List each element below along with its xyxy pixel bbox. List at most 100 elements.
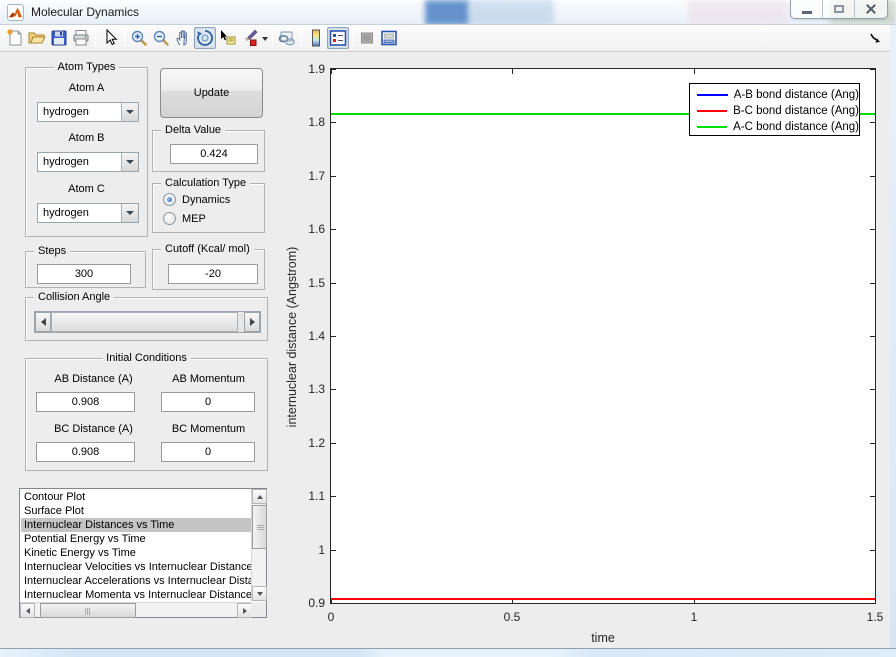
link-plot-button[interactable]: [276, 27, 298, 49]
atom-a-label: Atom A: [68, 82, 105, 94]
list-item[interactable]: Potential Energy vs Time: [21, 532, 251, 546]
atom-types-panel: Atom Types Atom A hydrogen Atom B hydrog…: [25, 61, 148, 237]
minimize-button[interactable]: [791, 0, 823, 18]
save-icon: [51, 30, 67, 46]
brush-icon: [245, 29, 258, 46]
tick-mark: [875, 598, 876, 603]
panel-title: Cutoff (Kcal/ mol): [161, 243, 254, 255]
list-item[interactable]: Contour Plot: [21, 490, 251, 504]
chevron-down-icon[interactable]: [121, 103, 138, 121]
pointer-button[interactable]: [99, 27, 121, 49]
scroll-left-button[interactable]: [20, 603, 35, 618]
tick-mark: [870, 122, 875, 123]
collision-angle-slider[interactable]: [34, 311, 261, 333]
atom-c-dropdown[interactable]: hydrogen: [37, 203, 139, 223]
window-controls: [790, 0, 888, 19]
hide-plot-tools-button[interactable]: [356, 27, 378, 49]
list-item[interactable]: Internuclear Accelerations vs Internucle…: [21, 574, 251, 588]
tick-mark: [870, 550, 875, 551]
tick-mark: [870, 283, 875, 284]
tick-mark: [331, 336, 336, 337]
zoom-in-button[interactable]: [128, 27, 150, 49]
tick-mark: [331, 550, 336, 551]
slider-thumb[interactable]: [51, 312, 238, 332]
matlab-logo-glyph: [8, 7, 23, 18]
data-cursor-button[interactable]: [216, 27, 238, 49]
scroll-up-button[interactable]: [252, 489, 267, 504]
list-item[interactable]: Surface Plot: [21, 504, 251, 518]
window-border-right: [890, 25, 896, 648]
dock-arrow-icon: [870, 33, 880, 43]
tick-mark: [870, 496, 875, 497]
slider-left-arrow[interactable]: [35, 312, 51, 332]
titlebar[interactable]: Molecular Dynamics: [0, 0, 896, 25]
insert-legend-button[interactable]: [327, 27, 349, 49]
pan-button[interactable]: [172, 27, 194, 49]
tick-mark: [870, 336, 875, 337]
dock-figure-button[interactable]: [869, 32, 882, 50]
atom-b-dropdown[interactable]: hydrogen: [37, 152, 139, 172]
glass-blob: [469, 0, 554, 24]
zoom-out-button[interactable]: [150, 27, 172, 49]
delta-value-panel: Delta Value: [152, 124, 265, 172]
list-item[interactable]: Internuclear Momenta vs Internuclear Dis…: [21, 588, 251, 601]
chevron-down-icon[interactable]: [121, 153, 138, 171]
scrollbar-corner: [251, 602, 266, 617]
chevron-down-icon[interactable]: [121, 204, 138, 222]
close-button[interactable]: [855, 0, 887, 18]
list-item[interactable]: Internuclear Velocities vs Internuclear …: [21, 560, 251, 574]
atom-a-dropdown[interactable]: hydrogen: [37, 102, 139, 122]
print-button[interactable]: [70, 27, 92, 49]
panel-title: Steps: [34, 245, 71, 257]
maximize-icon: [834, 5, 844, 13]
list-item[interactable]: Internuclear Distances vs Time: [21, 518, 251, 532]
slider-right-arrow[interactable]: [244, 312, 260, 332]
x-tick-label: 0.5: [503, 610, 521, 624]
ab-distance-field[interactable]: [36, 392, 135, 412]
show-plot-tools-icon: [381, 30, 397, 46]
tick-mark: [331, 443, 336, 444]
bc-momentum-field[interactable]: [161, 442, 255, 462]
desktop-background-strip: [0, 648, 896, 657]
maximize-button[interactable]: [823, 0, 855, 18]
plot-type-listbox[interactable]: Contour Plot Surface Plot Internuclear Dis…: [19, 488, 267, 618]
cutoff-field[interactable]: [168, 264, 258, 284]
tick-mark: [870, 389, 875, 390]
atom-b-value: hydrogen: [43, 156, 89, 168]
steps-field[interactable]: [37, 264, 131, 284]
rotate-3d-button[interactable]: [194, 27, 216, 49]
y-tick-label: 1.2: [308, 436, 325, 450]
radio-mep[interactable]: MEP: [163, 212, 206, 225]
update-button[interactable]: Update: [160, 68, 263, 118]
horizontal-scroll-thumb[interactable]: [40, 603, 136, 618]
y-tick-label: 1.4: [308, 329, 325, 343]
tick-mark: [331, 283, 336, 284]
scroll-right-button[interactable]: [237, 603, 252, 618]
list-item[interactable]: Kinetic Energy vs Time: [21, 546, 251, 560]
new-file-button[interactable]: [4, 27, 26, 49]
vertical-scrollbar[interactable]: [251, 489, 267, 601]
ab-momentum-field[interactable]: [161, 392, 255, 412]
horizontal-scrollbar[interactable]: [20, 602, 252, 618]
save-button[interactable]: [48, 27, 70, 49]
legend-icon: [329, 30, 347, 46]
radio-dynamics[interactable]: Dynamics: [163, 193, 230, 206]
open-file-button[interactable]: [26, 27, 48, 49]
brush-button[interactable]: [238, 27, 260, 49]
legend-line-sample: [697, 110, 728, 112]
scroll-down-button[interactable]: [252, 586, 267, 601]
legend-entry: A-C bond distance (Ang): [690, 119, 859, 135]
y-tick-label: 1.8: [308, 115, 325, 129]
vertical-scroll-thumb[interactable]: [252, 505, 267, 549]
atom-a-value: hydrogen: [43, 106, 89, 118]
delta-value-field[interactable]: [170, 144, 258, 164]
bc-distance-field[interactable]: [36, 442, 135, 462]
brush-dropdown-button[interactable]: [260, 27, 269, 49]
plot-legend[interactable]: A-B bond distance (Ang) B-C bond distance…: [689, 83, 860, 136]
zoom-in-icon: [131, 30, 147, 46]
insert-colorbar-button[interactable]: [305, 27, 327, 49]
radio-icon: [163, 193, 176, 206]
show-plot-tools-button[interactable]: [378, 27, 400, 49]
toolbar-separator: [95, 29, 96, 47]
minimize-icon: [802, 11, 812, 14]
